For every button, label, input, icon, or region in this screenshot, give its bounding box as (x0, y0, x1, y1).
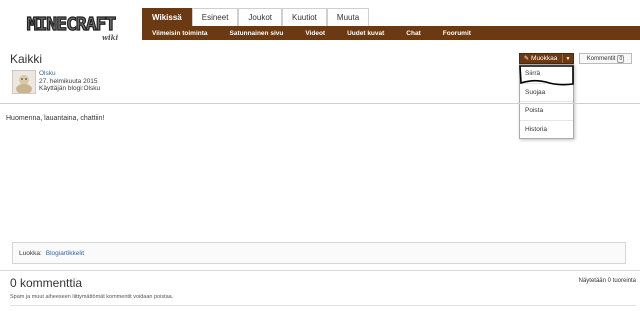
chevron-down-icon[interactable]: ▼ (562, 54, 573, 63)
page-title: Kaikki (10, 52, 43, 66)
header-divider (0, 103, 640, 104)
author-meta: Olsku 27. helmikuuta 2015 Käyttäjän blog… (39, 70, 100, 94)
logo-subtitle: wiki (102, 33, 119, 42)
tab-joukot[interactable]: Joukot (238, 8, 282, 26)
subnav-forums[interactable]: Foorumit (443, 30, 471, 37)
avatar[interactable] (12, 70, 36, 94)
edit-button[interactable]: ✎ Muokkaa ▼ (519, 53, 574, 64)
logo-text: MINECRAFT (27, 14, 117, 35)
subnav-random-page[interactable]: Satunnainen sivu (230, 30, 284, 37)
subnav-chat[interactable]: Chat (406, 30, 420, 37)
author-block: Olsku 27. helmikuuta 2015 Käyttäjän blog… (12, 70, 100, 94)
menu-item-history[interactable]: Historia (520, 121, 573, 140)
tab-wikissa[interactable]: Wikissä (142, 8, 192, 26)
bottom-divider (10, 305, 636, 306)
post-body: Huomenna, lauantaina, chattiin! (6, 115, 105, 122)
subnav-new-images[interactable]: Uudet kuvat (347, 30, 384, 37)
edit-dropdown-menu: Siirrä Suojaa Poista Historia (519, 64, 574, 139)
tab-kuutiot[interactable]: Kuutiot (282, 8, 327, 26)
comments-label: Kommentit (586, 55, 616, 62)
spam-note: Spam ja muut aiheeseen liittymättömät ko… (10, 294, 174, 300)
category-label: Luokka: (19, 249, 42, 257)
edit-button-main[interactable]: ✎ Muokkaa (520, 55, 562, 62)
comments-title: 0 kommenttia (10, 276, 83, 290)
tab-esineet[interactable]: Esineet (191, 8, 239, 26)
menu-item-protect[interactable]: Suojaa (520, 84, 573, 102)
comments-button[interactable]: Kommentit 0 (579, 53, 632, 64)
comments-divider (0, 270, 640, 271)
tab-muuta[interactable]: Muuta (326, 8, 370, 26)
user-blog-link[interactable]: Käyttäjän blogi:Olsku (39, 85, 100, 93)
menu-item-move[interactable]: Siirrä (520, 65, 573, 84)
post-date: 27. helmikuuta 2015 (39, 77, 98, 85)
pencil-icon: ✎ (524, 56, 530, 62)
edit-label: Muokkaa (531, 55, 558, 62)
sub-navigation: Viimeisin toiminta Satunnainen sivu Vide… (142, 26, 640, 40)
top-navigation: Wikissä Esineet Joukot Kuutiot Muuta (142, 8, 370, 26)
subnav-recent-activity[interactable]: Viimeisin toiminta (152, 30, 208, 37)
logo-wordmark: MINECRAFT (26, 13, 118, 35)
comments-count-badge: 0 (617, 54, 625, 63)
category-link[interactable]: Blogiartikkelit (46, 250, 84, 257)
comments-showing: Näytetään 0 tuoreinta (578, 278, 636, 284)
author-name[interactable]: Olsku (39, 70, 100, 78)
menu-item-delete[interactable]: Poista (520, 102, 573, 121)
subnav-videos[interactable]: Videot (305, 30, 325, 37)
avatar-image (13, 71, 35, 93)
page: MINECRAFT wiki Wikissä Esineet Joukot Ku… (0, 0, 640, 311)
category-box: Luokka: Blogiartikkelit (12, 242, 626, 264)
